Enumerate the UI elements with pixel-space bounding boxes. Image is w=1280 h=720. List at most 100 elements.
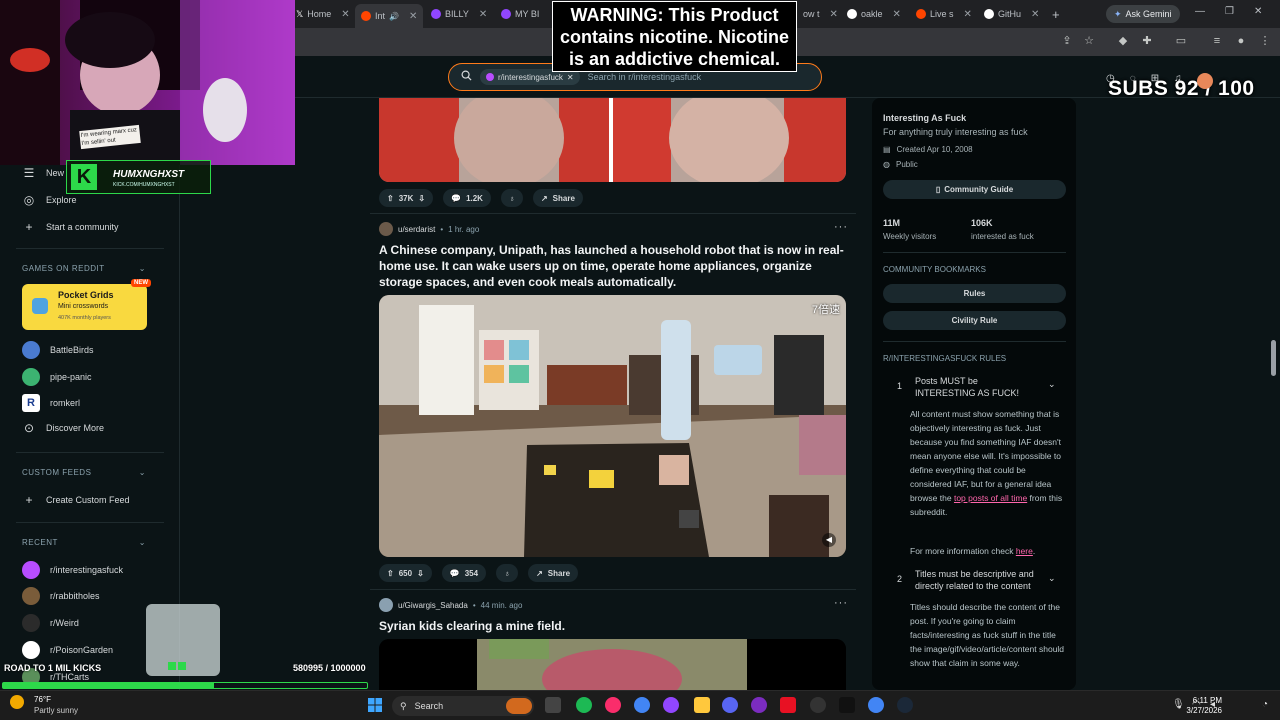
chevron-up-icon[interactable]: ⌄ [1048, 379, 1056, 390]
recent-poisongarden[interactable]: r/PoisonGarden [22, 641, 113, 659]
post-2-title[interactable]: Syrian kids clearing a mine field. [379, 618, 847, 634]
share-button[interactable]: ↗ Share [528, 564, 579, 582]
close-tab-icon[interactable]: ✕ [1031, 9, 1039, 20]
recent-interestingasfuck[interactable]: r/interestingasfuck [22, 561, 123, 579]
app-dark-icon[interactable] [810, 697, 826, 713]
post-1-author[interactable]: u/serdarist • 1 hr. ago [379, 222, 479, 236]
ask-gemini-button[interactable]: ✦ Ask Gemini [1106, 5, 1180, 23]
discord-icon[interactable] [722, 697, 738, 713]
wifi-icon[interactable]: ◠ [1192, 699, 1201, 710]
create-post-icon[interactable]: ⊞ [1151, 73, 1159, 89]
game-pipe-panic[interactable]: pipe-panic [22, 368, 92, 386]
more-info-link[interactable]: here [1016, 546, 1033, 556]
rule-1-title[interactable]: Posts MUST be INTERESTING AS FUCK! [915, 375, 1040, 399]
new-tab-button[interactable]: + [1046, 4, 1066, 24]
comments-button[interactable]: 💬 1.2K [443, 189, 491, 207]
app-red-icon[interactable] [780, 697, 796, 713]
close-window-icon[interactable]: ✕ [1254, 6, 1262, 17]
downvote-icon[interactable]: ⇩ [417, 569, 424, 578]
share-button[interactable]: ↗ Share [532, 189, 583, 207]
bookmark-rules[interactable]: Rules [883, 284, 1066, 303]
install-app-icon[interactable]: ⇪ [1060, 34, 1074, 48]
award-button[interactable]: ♁ [500, 189, 523, 207]
comments-button[interactable]: 💬 354 [441, 564, 487, 582]
tab-active-reddit[interactable]: Int 🔊 ✕ [355, 4, 424, 28]
recent-header[interactable]: RECENT ⌄ [22, 538, 146, 547]
tab-billy[interactable]: BILLY ✕ [425, 4, 493, 24]
notifications-icon[interactable]: ♫ [1174, 73, 1182, 89]
close-tab-icon[interactable]: ✕ [409, 11, 417, 22]
user-avatar-icon[interactable] [1196, 73, 1213, 89]
downvote-icon[interactable]: ⇩ [418, 194, 425, 203]
tab-live[interactable]: Live s ✕ [910, 4, 978, 24]
spotify-icon[interactable] [576, 697, 592, 713]
vote-control[interactable]: ⇧ 37K ⇩ [379, 189, 434, 207]
twitch-app-icon[interactable] [663, 697, 679, 713]
custom-feeds-header[interactable]: CUSTOM FEEDS ⌄ [22, 468, 146, 477]
upvote-icon[interactable]: ⇧ [387, 194, 394, 203]
menu-lines-icon[interactable]: ≡ [1210, 34, 1224, 48]
remove-chip-icon[interactable]: ✕ [567, 73, 574, 82]
recent-rabbitholes[interactable]: r/rabbitholes [22, 587, 100, 605]
post-1-video[interactable]: 7倍速 ◀ [379, 295, 846, 557]
weather-temp[interactable]: 76°F [34, 695, 51, 704]
tab-oakley[interactable]: oakle ✕ [841, 4, 907, 24]
post-image[interactable] [379, 98, 846, 182]
close-tab-icon[interactable]: ✕ [830, 9, 838, 20]
chrome-icon[interactable] [634, 697, 650, 713]
advertise-icon[interactable]: ◷ [1106, 73, 1115, 89]
post-options-icon[interactable]: ··· [834, 221, 848, 233]
profile-icon[interactable]: ● [1234, 34, 1248, 48]
microphone-icon[interactable]: 🎙 [1172, 699, 1185, 710]
mute-toggle-icon[interactable]: ◀ [822, 533, 836, 547]
recent-weird[interactable]: r/Weird [22, 614, 79, 632]
community-guide-button[interactable]: ▯ Community Guide [883, 180, 1066, 199]
minimize-icon[interactable]: — [1195, 6, 1205, 17]
puzzle-icon[interactable]: ✚ [1140, 34, 1154, 48]
tab-github[interactable]: GitHu ✕ [978, 4, 1045, 24]
steam-icon[interactable] [897, 697, 913, 713]
volume-icon[interactable]: ◂ [1210, 699, 1215, 710]
post-2-author[interactable]: u/Giwargis_Sahada • 44 min. ago [379, 598, 522, 612]
post-2-video[interactable] [379, 639, 846, 690]
rule-2-title[interactable]: Titles must be descriptive and directly … [915, 568, 1040, 592]
tab-hidden[interactable]: ow t ✕ [797, 4, 844, 24]
chrome-active-icon[interactable] [868, 697, 884, 713]
bookmark-star-icon[interactable]: ☆ [1082, 34, 1096, 48]
itunes-icon[interactable] [605, 697, 621, 713]
weather-desc[interactable]: Partly sunny [34, 706, 78, 715]
taskbar-search[interactable]: ⚲ Search [392, 696, 534, 716]
sidepanel-icon[interactable]: ▭ [1174, 34, 1188, 48]
nav-new[interactable]: ☰ New [22, 166, 64, 180]
tab-mybi[interactable]: MY BI [495, 4, 545, 24]
close-tab-icon[interactable]: ✕ [479, 9, 487, 20]
windows-start-icon[interactable] [368, 698, 382, 712]
upvote-icon[interactable]: ⇧ [387, 569, 394, 578]
post-1-title[interactable]: A Chinese company, Unipath, has launched… [379, 242, 847, 290]
chevron-down-icon[interactable]: ⌄ [1048, 573, 1056, 584]
notification-bell-icon[interactable]: ◔ [1262, 699, 1268, 710]
vote-control[interactable]: ⇧ 650 ⇩ [379, 564, 432, 582]
extension-icon[interactable]: ◆ [1116, 34, 1130, 48]
close-tab-icon[interactable]: ✕ [893, 9, 901, 20]
game-battlebirds[interactable]: BattleBirds [22, 341, 94, 359]
page-scrollbar[interactable] [1271, 340, 1276, 376]
pocket-grids-card[interactable]: Pocket Grids Mini crosswords 407K monthl… [22, 279, 151, 330]
kebab-menu-icon[interactable]: ⋮ [1258, 34, 1272, 48]
games-section-header[interactable]: GAMES ON REDDIT ⌄ [22, 264, 146, 273]
chat-icon[interactable]: ◌ [1130, 73, 1136, 89]
close-tab-icon[interactable]: ✕ [964, 9, 972, 20]
obs-icon[interactable] [751, 697, 767, 713]
award-button[interactable]: ♁ [496, 564, 519, 582]
game-romkerl[interactable]: R romkerl [22, 394, 80, 412]
file-explorer-icon[interactable] [694, 697, 710, 713]
discover-more[interactable]: ⊙ Discover More [22, 421, 104, 435]
top-posts-link[interactable]: top posts of all time [954, 493, 1027, 503]
bookmark-civility-rule[interactable]: Civility Rule [883, 311, 1066, 330]
close-tab-icon[interactable]: ✕ [341, 9, 349, 20]
terminal-icon[interactable] [839, 697, 855, 713]
nav-explore[interactable]: ◎ Explore [22, 193, 77, 207]
create-custom-feed[interactable]: + Create Custom Feed [22, 493, 129, 507]
task-view-icon[interactable] [545, 697, 561, 713]
post-options-icon[interactable]: ··· [834, 597, 848, 609]
